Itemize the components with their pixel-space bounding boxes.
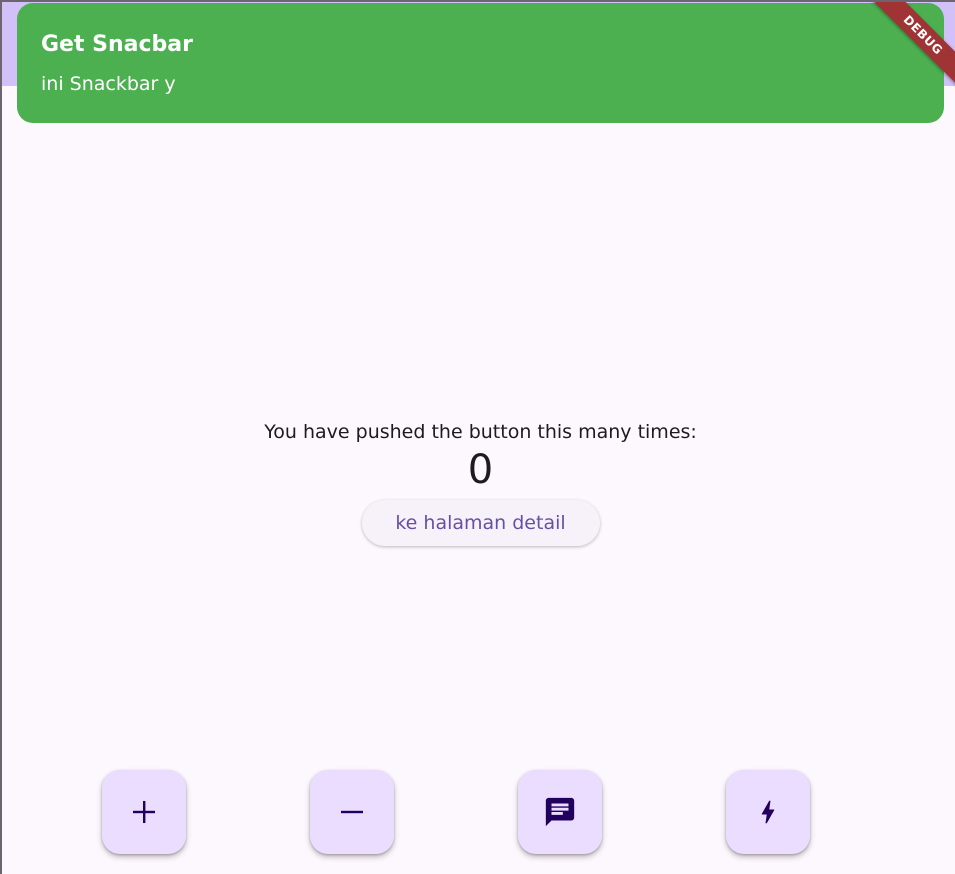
snackbar-message: ini Snackbar y xyxy=(41,73,176,95)
add-icon xyxy=(131,799,157,825)
decrement-fab[interactable] xyxy=(310,770,394,854)
debug-banner: DEBUG xyxy=(865,0,955,90)
counter-caption: You have pushed the button this many tim… xyxy=(264,421,697,443)
bolt-icon xyxy=(753,797,783,827)
snackbar[interactable]: Get Snacbar ini Snackbar y xyxy=(17,3,944,123)
snackbar-fab[interactable] xyxy=(518,770,602,854)
detail-page-button[interactable]: ke halaman detail xyxy=(361,500,600,546)
message-icon xyxy=(543,795,577,829)
counter-value: 0 xyxy=(467,447,494,493)
counter-section: You have pushed the button this many tim… xyxy=(0,418,955,546)
snackbar-title: Get Snacbar xyxy=(41,32,193,57)
remove-icon xyxy=(339,799,365,825)
increment-fab[interactable] xyxy=(102,770,186,854)
action-fab[interactable] xyxy=(726,770,810,854)
debug-banner-label: DEBUG xyxy=(865,0,955,90)
